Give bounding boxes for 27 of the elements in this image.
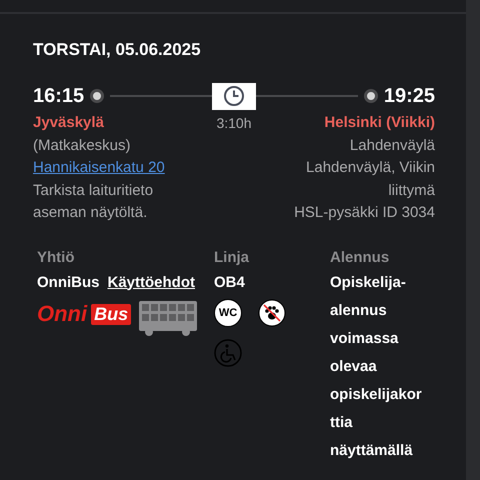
- stop-dot: [90, 89, 104, 103]
- city-name: Jyväskylä: [33, 113, 104, 133]
- arrival-time: 19:25: [384, 84, 435, 108]
- company-name: OnniBus: [37, 272, 100, 292]
- line-code: OB4: [214, 272, 246, 292]
- stop-info: Lahdenväylä: [350, 136, 435, 156]
- bus-icon: [139, 300, 198, 336]
- company-logo: Onni Bus: [37, 300, 132, 328]
- discount-text: Opiskelija-alennus voimassa olevaa opiskelijakorttia näyttämällä: [330, 272, 423, 460]
- clock-icon: [212, 82, 256, 110]
- departure-time: 16:15: [33, 84, 84, 108]
- terms-link[interactable]: Käyttöehdot: [108, 268, 195, 296]
- wheelchair-icon: [214, 338, 242, 366]
- stop-info: Lahdenväylä, Viikin liittymä: [305, 158, 435, 200]
- no-pets-icon: [258, 298, 286, 326]
- column-heading: Yhtiö: [37, 248, 76, 268]
- stop-info: Tarkista laituritieto aseman näytöltä.: [33, 180, 154, 223]
- column-heading: Alennus: [330, 248, 390, 268]
- city-name: Helsinki (Viikki): [324, 113, 435, 133]
- trip-date: TORSTAI, 05.06.2025: [33, 39, 202, 61]
- stop-info: (Matkakeskus): [33, 136, 131, 156]
- address-link[interactable]: Hannikaisenkatu 20: [33, 157, 165, 180]
- stop-info: HSL-pysäkki ID 3034: [294, 203, 435, 223]
- column-heading: Linja: [214, 248, 250, 268]
- wc-icon: WC: [214, 298, 242, 326]
- stop-dot: [364, 89, 378, 103]
- trip-duration: 3:10h: [216, 114, 252, 133]
